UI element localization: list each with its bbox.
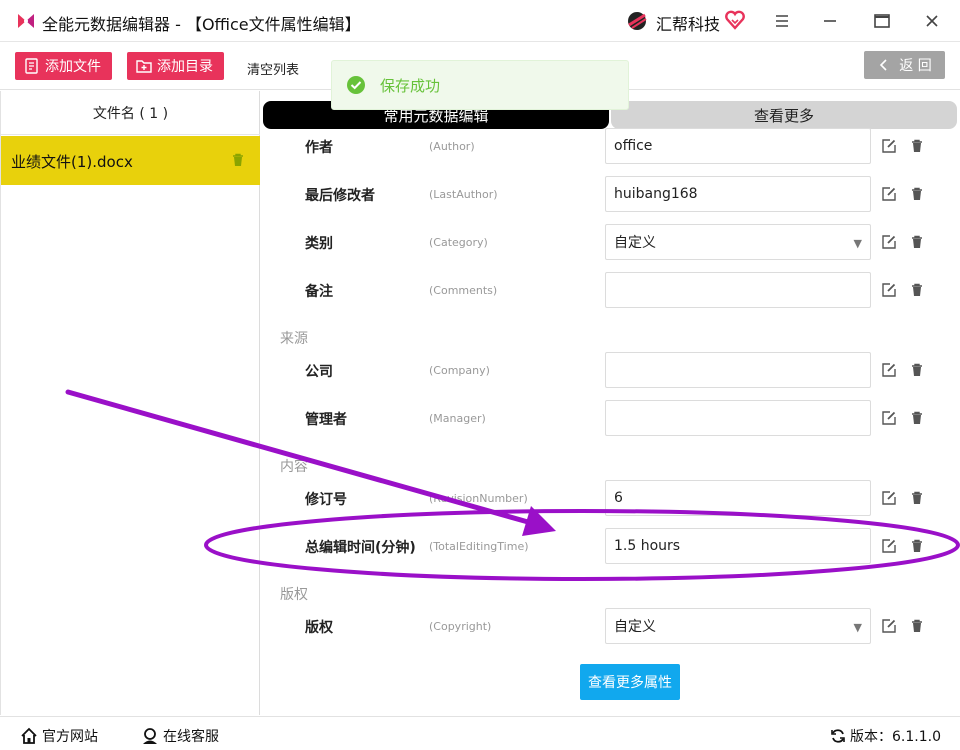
last-author-en-label: (LastAuthor) <box>429 188 498 201</box>
add-file-label: 添加文件 <box>45 59 101 75</box>
support-icon <box>143 728 157 744</box>
company-label: 公司 <box>305 364 333 380</box>
title-bar: 全能元数据编辑器 - 【Office文件属性编辑】 汇帮科技 <box>0 0 960 42</box>
trash-icon[interactable] <box>909 186 925 202</box>
edit-icon[interactable] <box>881 234 897 250</box>
editing-time-en-label: (TotalEditingTime) <box>429 540 529 553</box>
trash-icon[interactable] <box>909 410 925 426</box>
category-label: 类别 <box>305 236 333 252</box>
app-logo-icon <box>16 12 36 30</box>
comments-input[interactable] <box>605 272 871 308</box>
version-label: 版本：6.1.1.0 <box>850 729 941 745</box>
company-en-label: (Company) <box>429 364 490 377</box>
manager-input[interactable] <box>605 400 871 436</box>
edit-icon[interactable] <box>881 618 897 634</box>
edit-icon[interactable] <box>881 282 897 298</box>
comments-en-label: (Comments) <box>429 284 498 297</box>
status-bar: 官方网站 在线客服 版本：6.1.1.0 <box>0 716 960 750</box>
comments-label: 备注 <box>305 284 333 300</box>
file-list-panel: 文件名 ( 1 ) 业绩文件(1).docx <box>0 91 260 715</box>
website-label: 官方网站 <box>42 729 98 745</box>
edit-icon[interactable] <box>881 138 897 154</box>
brand-logo-icon <box>624 8 650 34</box>
minimize-icon[interactable] <box>817 8 843 34</box>
trash-icon[interactable] <box>909 618 925 634</box>
caret-down-icon: ▼ <box>853 237 862 250</box>
copyright-en-label: (Copyright) <box>429 620 492 633</box>
author-input[interactable]: office <box>605 128 871 164</box>
check-circle-icon <box>347 76 365 94</box>
add-directory-button[interactable]: 添加目录 <box>127 52 224 80</box>
back-button[interactable]: 返 回 <box>864 51 945 79</box>
section-content: 内容 <box>280 459 308 475</box>
last-author-input[interactable]: huibang168 <box>605 176 871 212</box>
support-label: 在线客服 <box>163 729 219 745</box>
edit-icon[interactable] <box>881 186 897 202</box>
chevron-left-icon <box>880 59 887 71</box>
maximize-icon[interactable] <box>869 8 895 34</box>
online-support-link[interactable]: 在线客服 <box>141 726 219 746</box>
revision-input[interactable]: 6 <box>605 480 871 516</box>
category-en-label: (Category) <box>429 236 488 249</box>
clear-list-button[interactable]: 清空列表 <box>247 59 299 78</box>
view-more-properties-button[interactable]: 查看更多属性 <box>580 664 680 700</box>
trash-icon[interactable] <box>909 234 925 250</box>
edit-icon[interactable] <box>881 538 897 554</box>
copyright-label: 版权 <box>305 620 333 636</box>
refresh-icon <box>831 729 845 743</box>
manager-label: 管理者 <box>305 412 347 428</box>
file-name: 业绩文件(1).docx <box>11 153 133 171</box>
manager-en-label: (Manager) <box>429 412 486 425</box>
add-file-icon <box>25 58 38 74</box>
trash-icon[interactable] <box>230 152 246 168</box>
section-copyright: 版权 <box>280 587 308 603</box>
success-toast: 保存成功 <box>331 60 629 110</box>
trash-icon[interactable] <box>909 490 925 506</box>
window-title: 全能元数据编辑器 - 【Office文件属性编辑】 <box>42 15 361 34</box>
trash-icon[interactable] <box>909 138 925 154</box>
toast-text: 保存成功 <box>380 76 441 95</box>
author-en-label: (Author) <box>429 140 475 153</box>
copyright-select[interactable]: 自定义 ▼ <box>605 608 871 644</box>
revision-en-label: (RevisionNumber) <box>429 492 528 505</box>
add-directory-label: 添加目录 <box>157 59 213 75</box>
company-input[interactable] <box>605 352 871 388</box>
heart-icon[interactable] <box>724 10 746 30</box>
section-source: 来源 <box>280 331 308 347</box>
brand-name: 汇帮科技 <box>656 15 721 34</box>
trash-icon[interactable] <box>909 538 925 554</box>
add-folder-icon <box>136 60 152 73</box>
edit-icon[interactable] <box>881 410 897 426</box>
trash-icon[interactable] <box>909 282 925 298</box>
close-icon[interactable] <box>919 8 945 34</box>
add-file-button[interactable]: 添加文件 <box>15 52 112 80</box>
category-select[interactable]: 自定义 ▼ <box>605 224 871 260</box>
editing-time-input[interactable]: 1.5 hours <box>605 528 871 564</box>
home-icon <box>21 727 37 744</box>
revision-label: 修订号 <box>305 492 347 508</box>
copyright-value: 自定义 <box>614 619 656 635</box>
edit-icon[interactable] <box>881 362 897 378</box>
category-value: 自定义 <box>614 235 656 251</box>
editing-time-label: 总编辑时间(分钟) <box>305 540 416 556</box>
version-info: 版本：6.1.1.0 <box>830 726 941 746</box>
trash-icon[interactable] <box>909 362 925 378</box>
caret-down-icon: ▼ <box>853 621 862 634</box>
back-label: 返 回 <box>899 58 932 74</box>
tab-view-more[interactable]: 查看更多 <box>611 101 957 129</box>
last-author-label: 最后修改者 <box>305 188 375 204</box>
edit-icon[interactable] <box>881 490 897 506</box>
file-list-header: 文件名 ( 1 ) <box>1 91 260 135</box>
author-label: 作者 <box>305 140 333 156</box>
menu-icon[interactable] <box>769 8 795 34</box>
official-website-link[interactable]: 官方网站 <box>20 726 98 746</box>
list-item[interactable]: 业绩文件(1).docx <box>1 136 260 185</box>
